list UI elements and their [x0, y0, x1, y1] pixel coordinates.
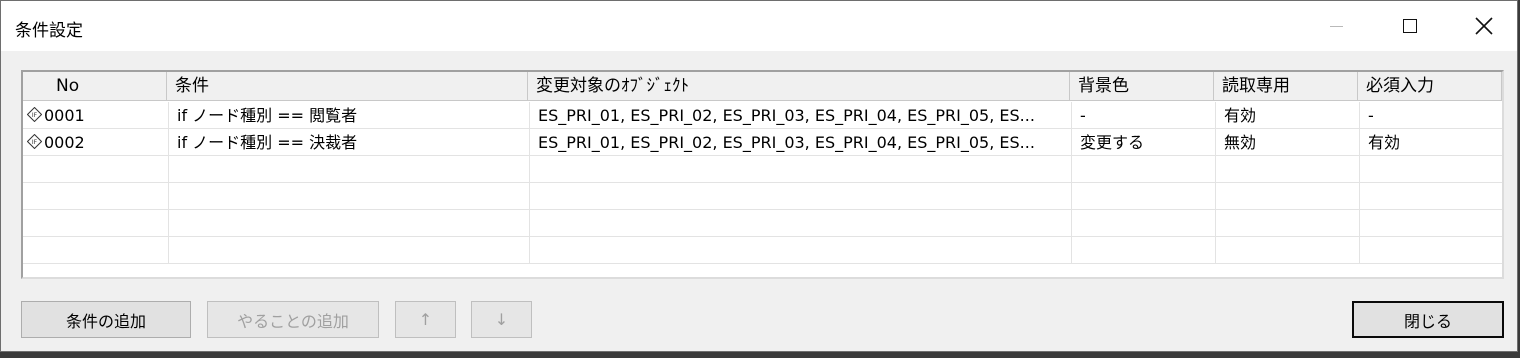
maximize-icon: [1403, 19, 1417, 33]
cell-target-objects: ES_PRI_01, ES_PRI_02, ES_PRI_03, ES_PRI_…: [530, 102, 1072, 129]
cell-condition: if ノード種別 == 決裁者: [169, 129, 530, 156]
close-button[interactable]: 閉じる: [1352, 301, 1504, 338]
close-window-button[interactable]: [1449, 1, 1519, 51]
cell-required: 有効: [1360, 129, 1502, 156]
table-header: No 条件 変更対象のｵﾌﾞｼﾞｪｸﾄ 背景色 読取専用 必須入力: [23, 72, 1502, 101]
empty-cell: [1072, 183, 1216, 210]
column-header-target-objects[interactable]: 変更対象のｵﾌﾞｼﾞｪｸﾄ: [528, 72, 1070, 100]
empty-cell: [1360, 183, 1502, 210]
cell-background-color: -: [1072, 102, 1216, 129]
cell-background-color: 変更する: [1072, 129, 1216, 156]
cell-no: IF 0001: [23, 102, 169, 129]
cell-condition: if ノード種別 == 閲覧者: [169, 102, 530, 129]
empty-row: [23, 183, 1502, 210]
close-icon: [1475, 17, 1493, 35]
move-up-button[interactable]: ↑: [395, 301, 456, 338]
svg-text:IF: IF: [32, 139, 38, 146]
column-header-no[interactable]: No: [23, 72, 167, 100]
empty-cell: [23, 210, 169, 237]
empty-cell: [530, 210, 1072, 237]
column-header-condition[interactable]: 条件: [167, 72, 528, 100]
empty-cell: [23, 237, 169, 264]
cell-readonly: 有効: [1216, 102, 1360, 129]
condition-diamond-icon: IF: [27, 134, 42, 149]
cell-required: -: [1360, 102, 1502, 129]
empty-row: [23, 210, 1502, 237]
empty-cell: [1216, 183, 1360, 210]
column-header-required[interactable]: 必須入力: [1358, 72, 1502, 100]
empty-cell: [1360, 156, 1502, 183]
empty-cell: [1360, 237, 1502, 264]
empty-cell: [530, 156, 1072, 183]
title-bar: 条件設定: [1, 1, 1517, 51]
empty-cell: [169, 237, 530, 264]
empty-cell: [169, 210, 530, 237]
minimize-button[interactable]: [1301, 1, 1371, 51]
empty-cell: [169, 183, 530, 210]
cell-no: IF 0002: [23, 129, 169, 156]
move-down-button[interactable]: ↓: [471, 301, 532, 338]
empty-cell: [1216, 237, 1360, 264]
empty-cell: [1216, 210, 1360, 237]
column-header-readonly[interactable]: 読取専用: [1214, 72, 1358, 100]
row-number: 0002: [44, 133, 85, 152]
empty-cell: [530, 183, 1072, 210]
empty-cell: [1216, 156, 1360, 183]
empty-cell: [530, 237, 1072, 264]
row-number: 0001: [44, 106, 85, 125]
cell-target-objects: ES_PRI_01, ES_PRI_02, ES_PRI_03, ES_PRI_…: [530, 129, 1072, 156]
table-row[interactable]: IF 0001 if ノード種別 == 閲覧者 ES_PRI_01, ES_PR…: [23, 102, 1502, 129]
empty-cell: [1360, 210, 1502, 237]
conditions-table[interactable]: No 条件 変更対象のｵﾌﾞｼﾞｪｸﾄ 背景色 読取専用 必須入力 IF 000…: [21, 70, 1504, 279]
empty-cell: [1072, 237, 1216, 264]
svg-text:IF: IF: [32, 112, 38, 119]
empty-row: [23, 237, 1502, 264]
empty-cell: [1072, 156, 1216, 183]
column-header-background-color[interactable]: 背景色: [1070, 72, 1214, 100]
maximize-button[interactable]: [1375, 1, 1445, 51]
condition-settings-dialog: 条件設定 No 条件 変更対象のｵﾌﾞｼﾞｪｸﾄ 背景色 読取専用 必須入力 I…: [0, 0, 1518, 352]
empty-cell: [23, 156, 169, 183]
minimize-icon: [1329, 25, 1343, 27]
condition-diamond-icon: IF: [27, 107, 42, 122]
table-row[interactable]: IF 0002 if ノード種別 == 決裁者 ES_PRI_01, ES_PR…: [23, 129, 1502, 156]
empty-row: [23, 156, 1502, 183]
window-title: 条件設定: [15, 21, 83, 41]
add-condition-button[interactable]: 条件の追加: [21, 301, 191, 338]
cell-readonly: 無効: [1216, 129, 1360, 156]
empty-cell: [1072, 210, 1216, 237]
empty-cell: [169, 156, 530, 183]
empty-cell: [23, 183, 169, 210]
add-action-button[interactable]: やることの追加: [207, 301, 379, 338]
